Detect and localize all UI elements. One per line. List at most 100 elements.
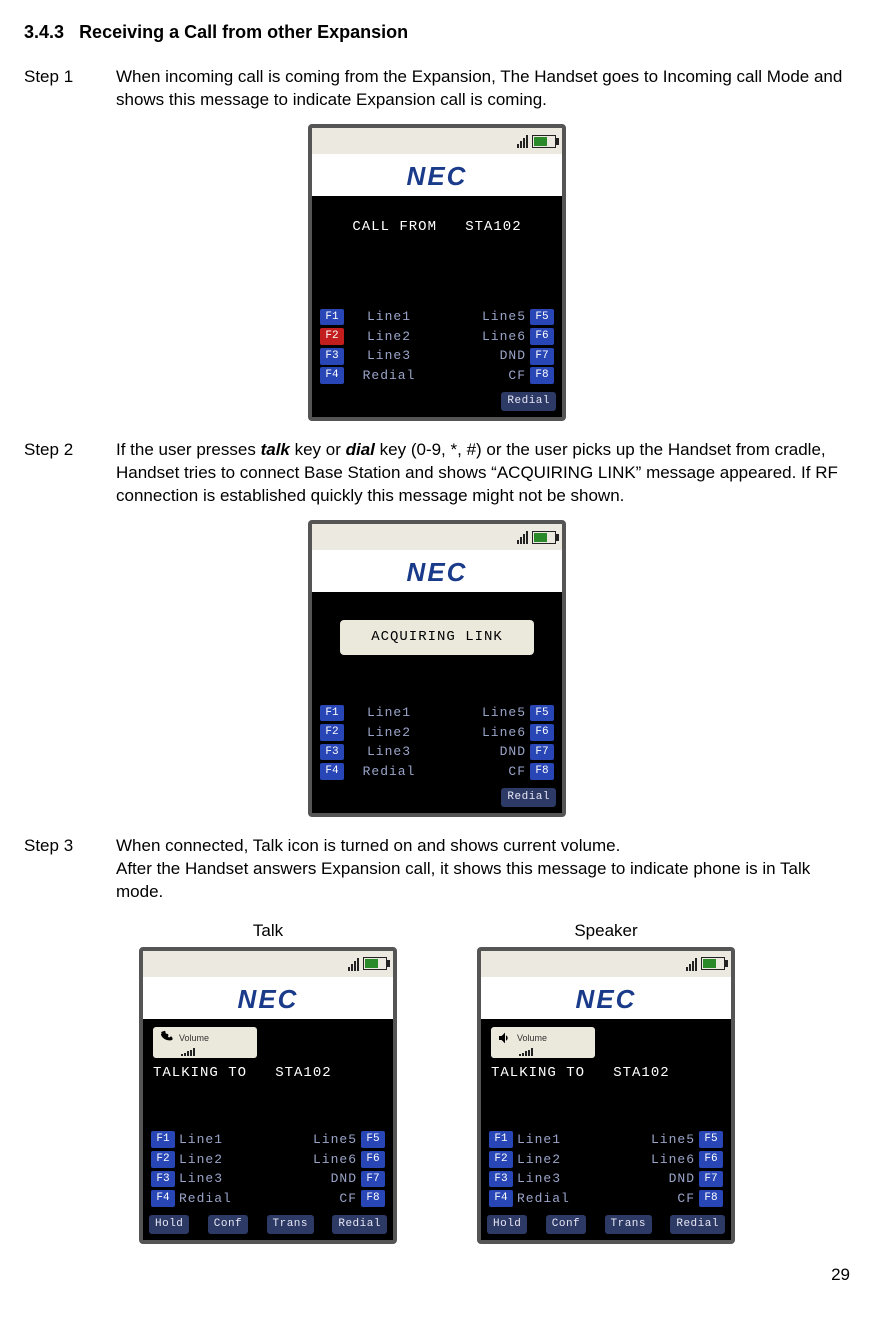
nec-logo: NEC [576, 982, 637, 1017]
text: After the Handset answers Expansion call… [116, 859, 810, 901]
softkey-hold[interactable]: Hold [149, 1215, 189, 1234]
text: When connected, Talk icon is turned on a… [116, 836, 620, 855]
call-from-message: CALL FROM STA102 [322, 218, 552, 237]
fkey-f4[interactable]: F4Redial [320, 763, 434, 781]
signal-icon [517, 134, 528, 148]
text: If the user presses [116, 440, 261, 459]
fkey-f7[interactable]: DNDF7 [271, 1170, 385, 1188]
fkey-f8[interactable]: CFF8 [440, 763, 554, 781]
fkey-f1[interactable]: F1Line1 [489, 1131, 603, 1149]
fkey-f8[interactable]: CFF8 [271, 1190, 385, 1208]
fkey-f3[interactable]: F3Line3 [320, 743, 434, 761]
fkey-f8[interactable]: CFF8 [440, 367, 554, 385]
softkey-bar: Redial [312, 786, 562, 813]
volume-label: Volume [179, 1032, 209, 1044]
softkey-conf[interactable]: Conf [546, 1215, 586, 1234]
phone-screen-speaker: NEC Volume TALKING TO STA102 F1Line1 [477, 947, 735, 1244]
logo-bar: NEC [312, 550, 562, 592]
softkey-hold[interactable]: Hold [487, 1215, 527, 1234]
softkey-redial[interactable]: Redial [670, 1215, 725, 1234]
softkey-conf[interactable]: Conf [208, 1215, 248, 1234]
dial-key: dial [346, 440, 375, 459]
screen-content: CALL FROM STA102 [312, 196, 562, 304]
screen-content: ACQUIRING LINK [312, 592, 562, 700]
signal-icon [686, 957, 697, 971]
phone-screen-acquiring: NEC ACQUIRING LINK F1Line1 Line5F5 F2Lin… [308, 520, 566, 817]
speaker-icon [497, 1030, 513, 1046]
battery-icon [532, 135, 556, 148]
fkey-f7[interactable]: DNDF7 [440, 347, 554, 365]
fkey-f4[interactable]: F4Redial [151, 1190, 265, 1208]
logo-bar: NEC [481, 977, 731, 1019]
section-title: Receiving a Call from other Expansion [79, 22, 408, 42]
status-bar [143, 951, 393, 977]
softkey-trans[interactable]: Trans [267, 1215, 315, 1234]
talk-key: talk [261, 440, 290, 459]
fkey-f3[interactable]: F3Line3 [151, 1170, 265, 1188]
function-keys: F1Line1 Line5F5 F2Line2 Line6F6 F3Line3 … [312, 304, 562, 390]
softkey-redial[interactable]: Redial [501, 392, 556, 411]
fkey-f2[interactable]: F2Line2 [489, 1151, 603, 1169]
screen-content: Volume TALKING TO STA102 [481, 1019, 731, 1127]
fkey-f2[interactable]: F2Line2 [320, 328, 434, 346]
softkey-redial[interactable]: Redial [332, 1215, 387, 1234]
fkey-f8[interactable]: CFF8 [609, 1190, 723, 1208]
signal-icon [348, 957, 359, 971]
fkey-f6[interactable]: Line6F6 [271, 1151, 385, 1169]
function-keys: F1Line1 Line5F5 F2Line2 Line6F6 F3Line3 … [312, 700, 562, 786]
signal-icon [517, 530, 528, 544]
fkey-f6[interactable]: Line6F6 [440, 724, 554, 742]
step-body: When incoming call is coming from the Ex… [116, 66, 850, 112]
fkey-f3[interactable]: F3Line3 [489, 1170, 603, 1188]
fkey-f1[interactable]: F1Line1 [320, 308, 434, 326]
fkey-f2[interactable]: F2Line2 [320, 724, 434, 742]
fkey-f1[interactable]: F1Line1 [151, 1131, 265, 1149]
fkey-f5[interactable]: Line5F5 [440, 308, 554, 326]
nec-logo: NEC [407, 159, 468, 194]
volume-label: Volume [517, 1032, 547, 1044]
softkey-bar: Hold Conf Trans Redial [143, 1213, 393, 1240]
fkey-f5[interactable]: Line5F5 [440, 704, 554, 722]
logo-bar: NEC [143, 977, 393, 1019]
fkey-f3[interactable]: F3Line3 [320, 347, 434, 365]
volume-bars-icon [181, 1048, 251, 1056]
battery-icon [701, 957, 725, 970]
softkey-bar: Redial [312, 390, 562, 417]
softkey-trans[interactable]: Trans [605, 1215, 653, 1234]
talking-to-message: TALKING TO STA102 [491, 1064, 721, 1083]
fkey-f1[interactable]: F1Line1 [320, 704, 434, 722]
volume-indicator: Volume [153, 1027, 257, 1058]
step-body: If the user presses talk key or dial key… [116, 439, 850, 508]
step-2: Step 2 If the user presses talk key or d… [24, 439, 850, 508]
logo-bar: NEC [312, 154, 562, 196]
handset-icon [159, 1030, 175, 1046]
function-keys: F1Line1 Line5F5 F2Line2 Line6F6 F3Line3 … [143, 1127, 393, 1213]
volume-indicator: Volume [491, 1027, 595, 1058]
fkey-f6[interactable]: Line6F6 [609, 1151, 723, 1169]
status-bar [312, 524, 562, 550]
nec-logo: NEC [407, 555, 468, 590]
step-label: Step 2 [24, 439, 116, 508]
step-1: Step 1 When incoming call is coming from… [24, 66, 850, 112]
function-keys: F1Line1 Line5F5 F2Line2 Line6F6 F3Line3 … [481, 1127, 731, 1213]
battery-icon [363, 957, 387, 970]
fkey-f5[interactable]: Line5F5 [271, 1131, 385, 1149]
fkey-f7[interactable]: DNDF7 [440, 743, 554, 761]
step-label: Step 1 [24, 66, 116, 112]
screen-content: Volume TALKING TO STA102 [143, 1019, 393, 1127]
nec-logo: NEC [238, 982, 299, 1017]
step-body: When connected, Talk icon is turned on a… [116, 835, 850, 904]
fkey-f7[interactable]: DNDF7 [609, 1170, 723, 1188]
fkey-f6[interactable]: Line6F6 [440, 328, 554, 346]
fkey-f5[interactable]: Line5F5 [609, 1131, 723, 1149]
section-number: 3.4.3 [24, 22, 64, 42]
talk-label: Talk [253, 920, 283, 943]
fkey-f4[interactable]: F4Redial [320, 367, 434, 385]
fkey-f2[interactable]: F2Line2 [151, 1151, 265, 1169]
softkey-redial[interactable]: Redial [501, 788, 556, 807]
phone-screen-incoming: NEC CALL FROM STA102 F1Line1 Line5F5 F2L… [308, 124, 566, 421]
status-bar [481, 951, 731, 977]
acquiring-link-popup: ACQUIRING LINK [340, 620, 534, 655]
page-number: 29 [24, 1264, 850, 1287]
fkey-f4[interactable]: F4Redial [489, 1190, 603, 1208]
